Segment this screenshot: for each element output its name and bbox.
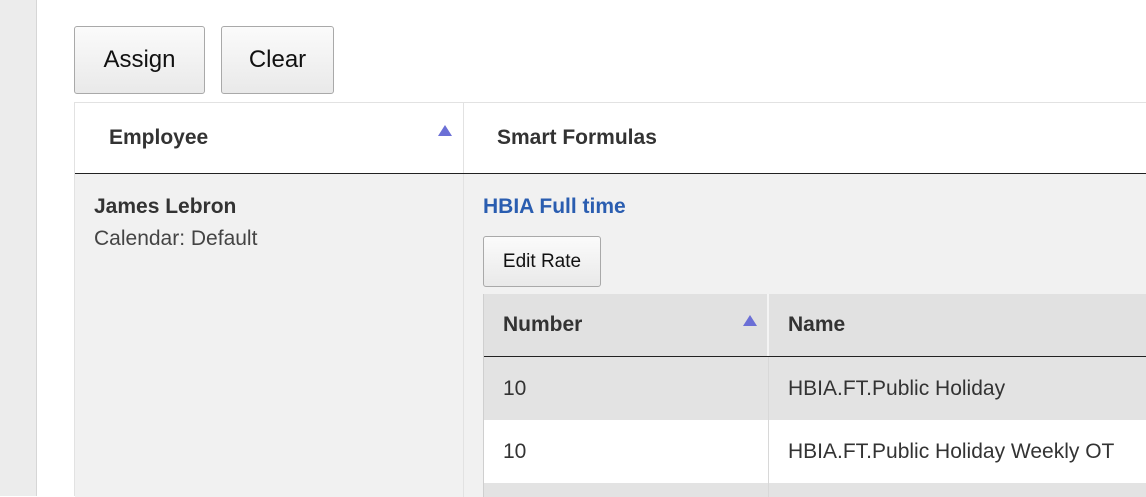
column-header-number[interactable]: Number: [484, 294, 769, 356]
assign-button[interactable]: Assign: [74, 26, 205, 94]
column-header-name-label: Name: [788, 313, 846, 336]
employee-formulas-table: Employee Smart Formulas James Lebron Cal…: [74, 102, 1146, 497]
employee-calendar: Calendar: Default: [94, 227, 258, 250]
rates-table: Number Name 10 HBIA.FT.Public Holiday 10…: [483, 294, 1146, 497]
table-row[interactable]: 10 HBIA.FT.Public Holiday Weekly OT: [484, 420, 1146, 483]
rate-number-cell: 10: [484, 420, 769, 483]
table-row: [484, 483, 1146, 497]
rate-number-cell: 10: [484, 357, 769, 420]
column-header-smart-formulas: Smart Formulas: [464, 103, 1146, 173]
employee-cell: James Lebron Calendar: Default: [75, 174, 464, 497]
employee-name: James Lebron: [94, 195, 237, 218]
rate-name-cell: HBIA.FT.Public Holiday Weekly OT: [788, 439, 1115, 463]
smart-formulas-cell: HBIA Full time Edit Rate Number Name 10 …: [464, 174, 1146, 497]
column-header-smart-formulas-label: Smart Formulas: [497, 126, 657, 149]
column-header-number-label: Number: [503, 313, 583, 336]
clear-button[interactable]: Clear: [221, 26, 334, 94]
left-rail: [0, 0, 37, 496]
rates-table-header: Number Name: [484, 294, 1146, 357]
table-row: James Lebron Calendar: Default HBIA Full…: [75, 174, 1146, 497]
sort-ascending-icon[interactable]: [438, 125, 452, 136]
column-header-employee-label: Employee: [109, 126, 209, 149]
table-header: Employee Smart Formulas: [75, 103, 1146, 174]
rate-name-cell: [769, 483, 1146, 497]
column-header-name: Name: [769, 294, 1146, 356]
rate-number-cell: [484, 483, 769, 497]
table-row[interactable]: 10 HBIA.FT.Public Holiday: [484, 357, 1146, 420]
formula-link[interactable]: HBIA Full time: [483, 195, 626, 219]
edit-rate-button[interactable]: Edit Rate: [483, 236, 601, 287]
sort-ascending-icon[interactable]: [743, 315, 757, 326]
rate-name-cell: HBIA.FT.Public Holiday: [788, 376, 1006, 400]
column-header-employee[interactable]: Employee: [75, 103, 464, 173]
